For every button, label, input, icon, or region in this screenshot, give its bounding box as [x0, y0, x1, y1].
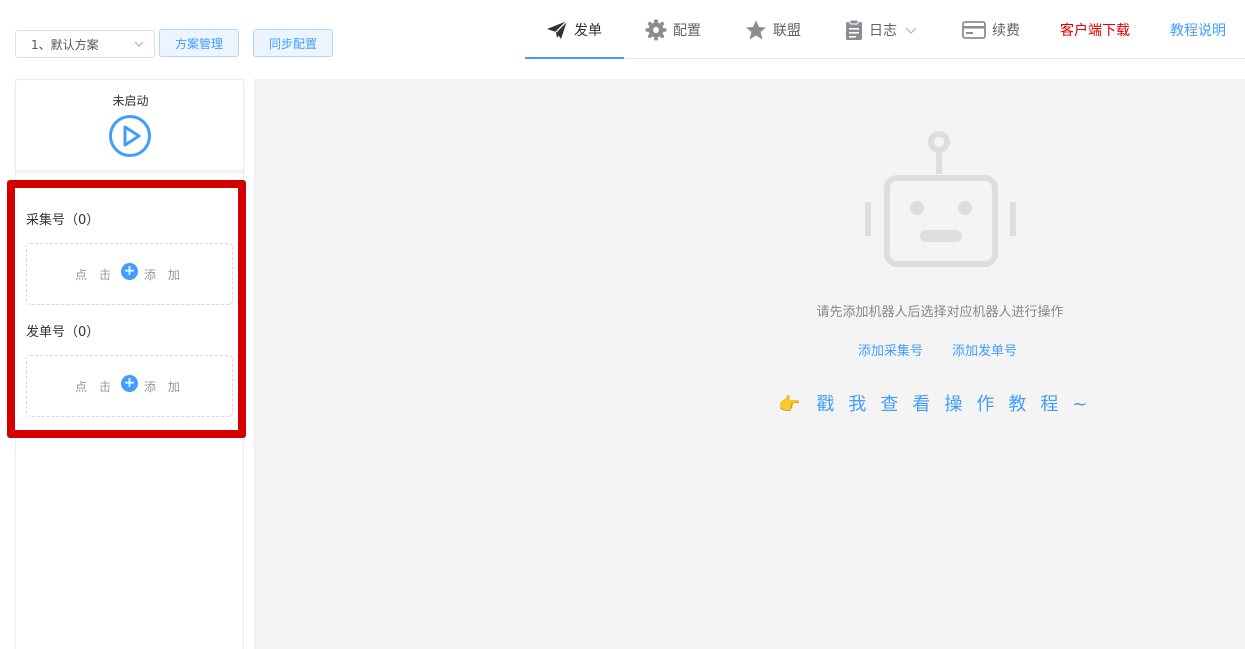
sync-config-button[interactable]: 同步配置 [253, 29, 333, 57]
star-icon [746, 20, 766, 39]
gear-icon [645, 19, 667, 40]
tab-config-label: 配置 [673, 22, 701, 39]
tab-log[interactable]: 日志 [845, 0, 917, 59]
scheme-select[interactable]: 1、默认方案 [15, 30, 155, 58]
add-word-text: 添 加 [144, 267, 184, 282]
tab-send[interactable]: 发单 [546, 0, 602, 59]
card-icon [962, 20, 986, 39]
add-collect-link[interactable]: 添加采集号 [858, 340, 923, 359]
tutorial-banner-text: 戳我查看操作教程~ [816, 394, 1102, 415]
send-accounts-title: 发单号（0） [26, 325, 100, 340]
status-card: 未启动 [15, 79, 244, 171]
status-text: 未启动 [112, 94, 149, 108]
tab-log-label: 日志 [869, 22, 897, 39]
tab-renew[interactable]: 续费 [962, 0, 1020, 59]
tab-alliance-label: 联盟 [773, 22, 801, 39]
client-download-link[interactable]: 客户端下载 [1060, 0, 1130, 59]
tutorial-banner-link[interactable]: 👉 戳我查看操作教程~ [778, 390, 1102, 416]
add-send-link[interactable]: 添加发单号 [952, 340, 1017, 359]
robot-icon [865, 131, 1016, 267]
tab-renew-label: 续费 [992, 22, 1020, 39]
tutorial-link[interactable]: 教程说明 [1170, 0, 1226, 59]
chevron-down-icon [905, 27, 917, 34]
plus-circle-icon: + [121, 262, 138, 280]
add-send-account-button[interactable]: 点 击 + 添 加 [26, 355, 233, 417]
tab-send-label: 发单 [574, 22, 602, 39]
scheme-select-value: 1、默认方案 [31, 37, 99, 52]
plus-circle-icon: + [121, 374, 138, 392]
scheme-manage-button[interactable]: 方案管理 [159, 29, 239, 57]
collect-accounts-title: 采集号（0） [26, 213, 100, 228]
add-collect-account-button[interactable]: 点 击 + 添 加 [26, 243, 233, 305]
chevron-down-icon [134, 41, 144, 47]
tab-config[interactable]: 配置 [645, 0, 701, 59]
play-icon[interactable] [108, 114, 152, 158]
clipboard-icon [846, 19, 862, 40]
paper-plane-icon [547, 20, 568, 39]
main-panel [254, 79, 1245, 649]
pointing-hand-icon: 👉 [778, 394, 801, 415]
empty-hint-text: 请先添加机器人后选择对应机器人进行操作 [816, 305, 1064, 320]
add-click-text: 点 击 [75, 267, 115, 282]
tab-alliance[interactable]: 联盟 [745, 0, 801, 59]
add-click-text: 点 击 [75, 379, 115, 394]
add-word-text: 添 加 [144, 379, 184, 394]
